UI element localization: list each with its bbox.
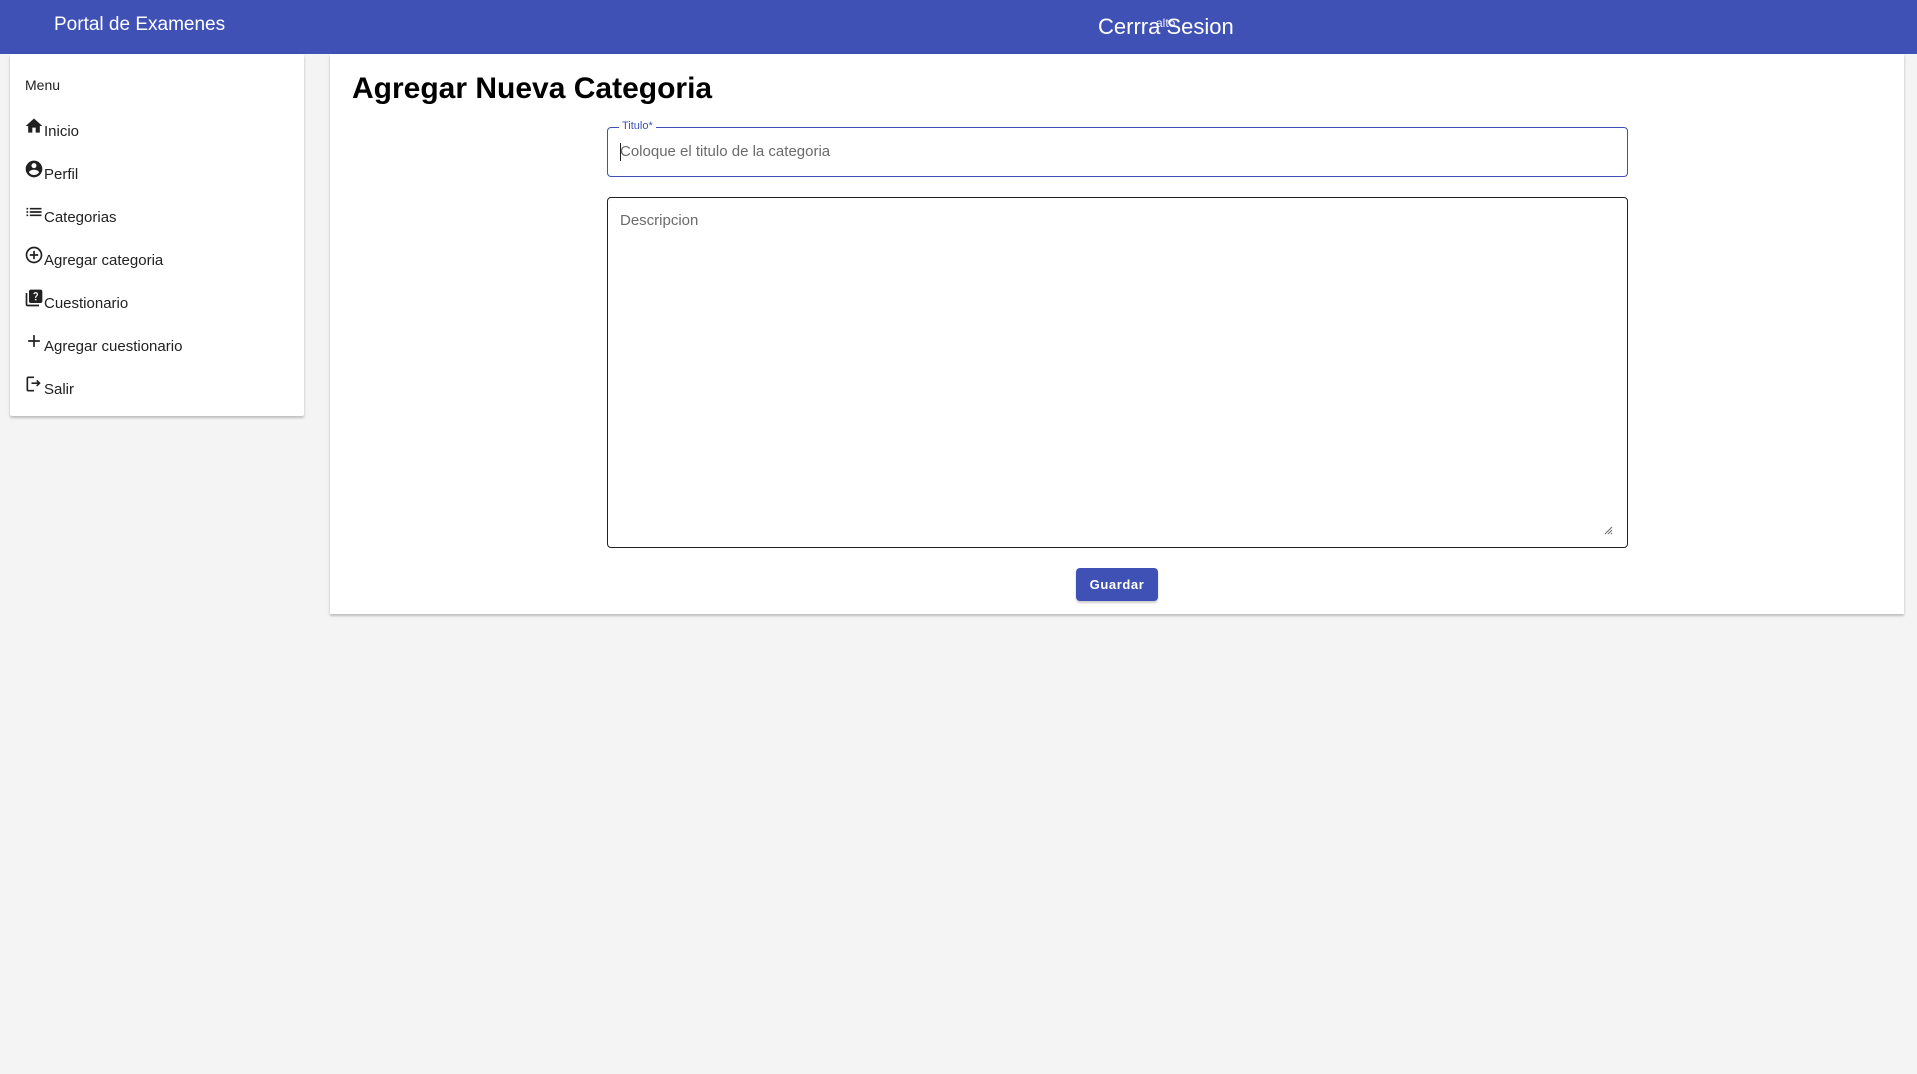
logout-overlay-text: alto <box>1156 16 1176 30</box>
logout-icon <box>24 374 44 394</box>
sidebar-item-agregar-cuestionario[interactable]: Agregar cuestionario <box>24 333 182 376</box>
sidebar-item-categorias[interactable]: Categorias <box>24 204 182 247</box>
sidebar: Menu Inicio Perfil Categorias Agregar ca… <box>10 54 304 416</box>
menu-list: Inicio Perfil Categorias Agregar categor… <box>24 118 182 419</box>
sidebar-item-label: Agregar cuestionario <box>44 338 183 355</box>
sidebar-item-agregar-categoria[interactable]: Agregar categoria <box>24 245 182 290</box>
list-icon <box>24 202 44 222</box>
text-caret <box>620 143 621 161</box>
quiz-icon <box>24 288 44 308</box>
home-icon <box>24 116 44 136</box>
top-toolbar: Portal de Examenes Cerrra Sesion alto <box>0 0 1917 54</box>
app-title: Portal de Examenes <box>54 14 226 35</box>
sidebar-item-label: Agregar categoria <box>44 252 164 269</box>
sidebar-item-cuestionario[interactable]: Cuestionario <box>24 288 182 333</box>
sidebar-item-label: Inicio <box>44 123 80 140</box>
account-circle-icon <box>24 159 44 179</box>
page-title: Agregar Nueva Categoria <box>352 72 713 105</box>
main-card: Agregar Nueva Categoria Titulo* Guardar <box>330 54 1904 614</box>
save-button[interactable]: Guardar <box>1076 568 1158 601</box>
description-textarea[interactable] <box>620 212 1610 532</box>
resize-grip-icon[interactable] <box>1604 526 1613 535</box>
menu-heading: Menu <box>25 77 61 93</box>
sidebar-item-salir[interactable]: Salir <box>24 376 182 419</box>
sidebar-item-perfil[interactable]: Perfil <box>24 159 182 204</box>
sidebar-item-inicio[interactable]: Inicio <box>24 118 182 161</box>
plus-icon <box>24 331 44 351</box>
sidebar-item-label: Perfil <box>44 166 79 183</box>
sidebar-item-label: Salir <box>44 381 75 398</box>
title-input[interactable] <box>620 128 1610 175</box>
sidebar-item-label: Cuestionario <box>44 295 129 312</box>
description-field <box>607 197 1628 548</box>
title-field: Titulo* <box>607 120 1628 177</box>
add-circle-outline-icon <box>24 245 44 265</box>
sidebar-item-label: Categorias <box>44 209 117 226</box>
